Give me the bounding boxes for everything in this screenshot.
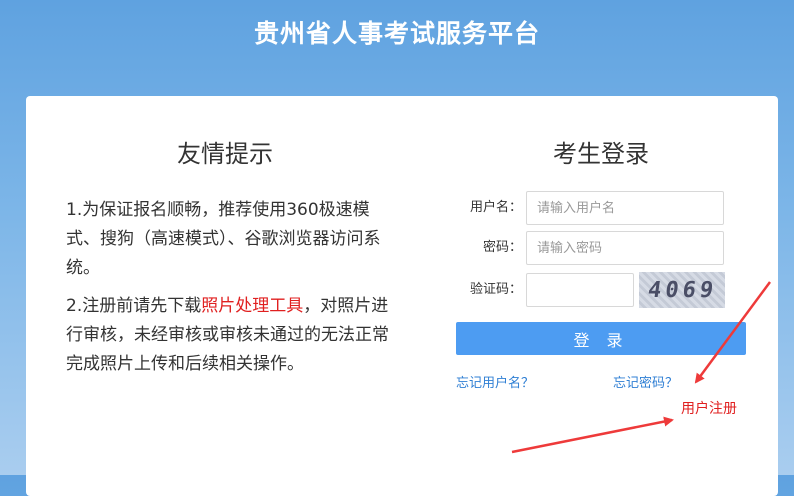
arrow-pointing-register-lower [511,416,674,454]
arrow-pointing-register [694,281,772,384]
annotation-arrows [511,281,772,454]
